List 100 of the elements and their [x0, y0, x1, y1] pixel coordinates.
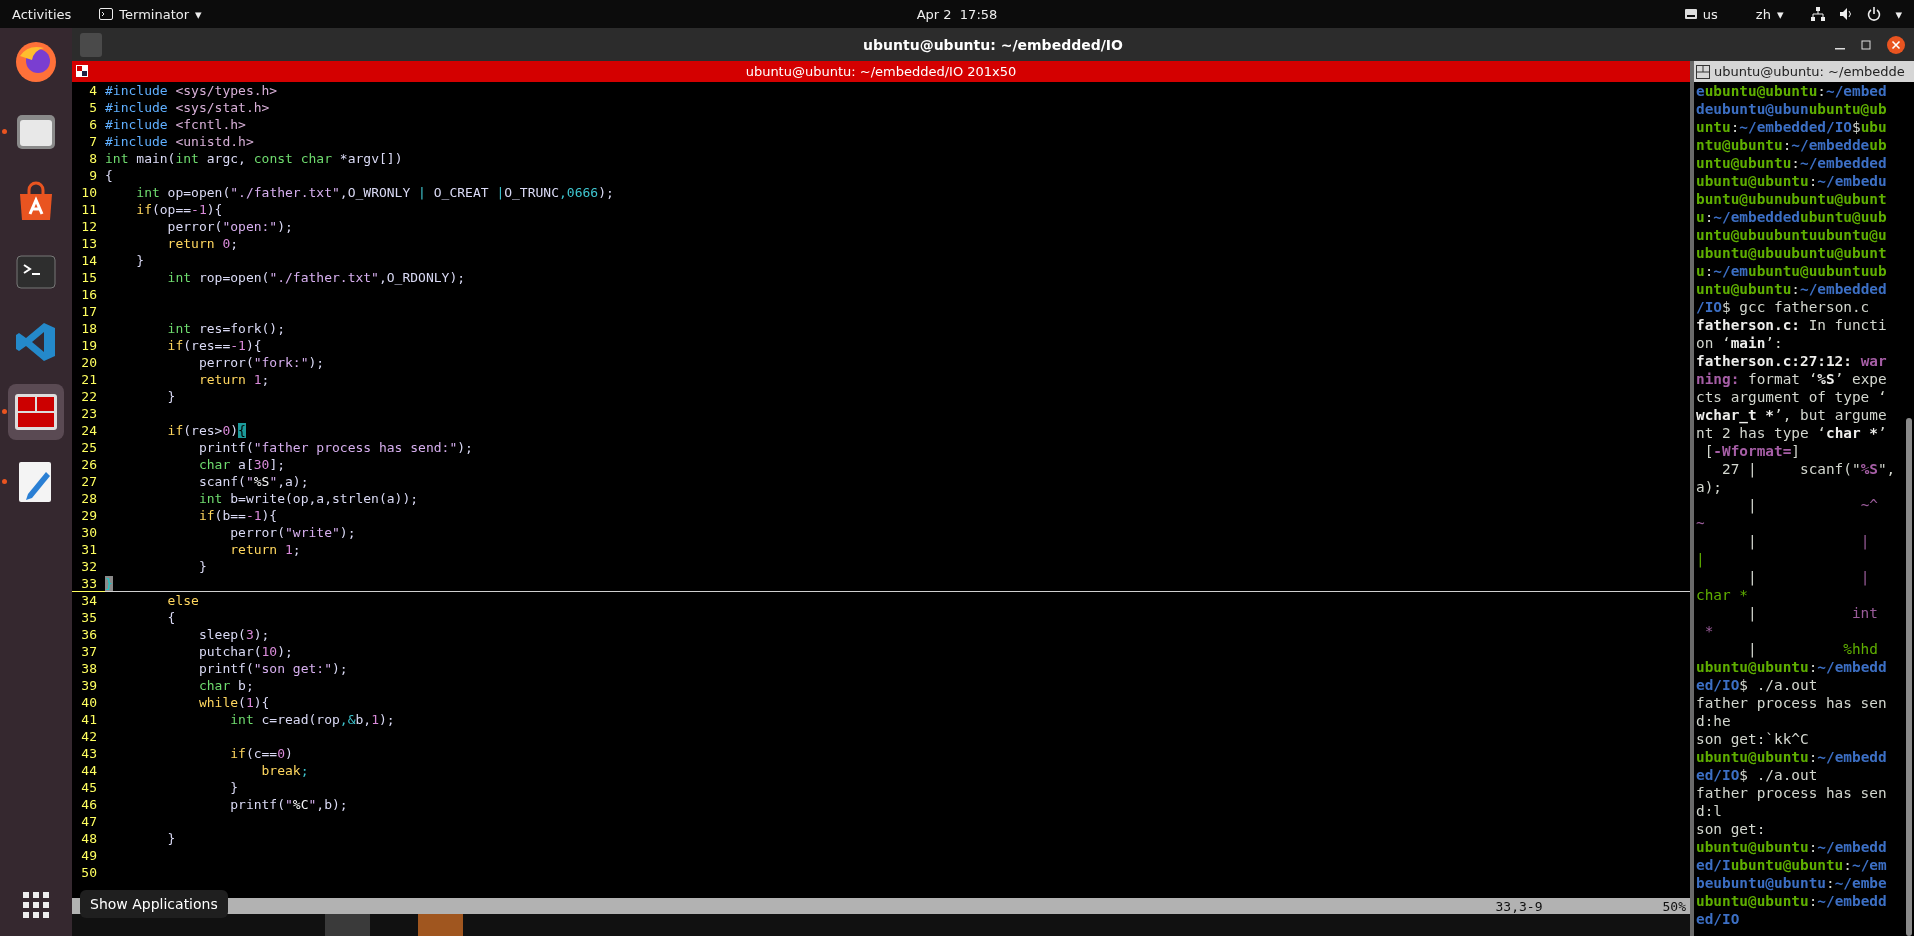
terminal-line: on ‘main’: — [1696, 334, 1784, 352]
code-line: } — [135, 251, 145, 268]
code-line: { — [105, 166, 113, 183]
code-line: int op=open("./father.txt",O_WRONLY | O_CREAT |O_TRUNC,0666); — [135, 183, 614, 200]
code-line: printf("%C",b); — [229, 795, 348, 812]
apps-grid-icon — [23, 892, 49, 918]
caret-icon[interactable]: ▾ — [1895, 6, 1902, 22]
line-number: 19 — [80, 336, 98, 354]
power-icon[interactable] — [1867, 7, 1882, 21]
terminal-line: nt 2 has type ‘char *’ — [1696, 424, 1888, 442]
pane-title: ubuntu@ubuntu: ~/embedde — [1714, 64, 1905, 79]
line-number: 23 — [80, 404, 98, 422]
terminal-line: 27 | scanf("%S", — [1721, 460, 1897, 478]
code-line: #include <unistd.h> — [105, 132, 254, 149]
terminal-line: | int — [1746, 604, 1879, 622]
terminal-line: untu@ubuubuntuubuntu@u — [1696, 226, 1888, 244]
terminal-grid-icon — [14, 392, 58, 432]
terminal-line: | — [1696, 550, 1706, 568]
input-method[interactable]: zh — [1755, 6, 1771, 22]
code-line: } — [197, 557, 207, 574]
maximize-icon[interactable] — [1860, 38, 1872, 51]
code-line: if(b==-1){ — [197, 506, 278, 523]
terminal-line: [-Wformat=] — [1703, 442, 1801, 460]
line-number: 46 — [80, 795, 98, 813]
close-icon[interactable] — [1886, 34, 1906, 55]
code-line: #include <sys/stat.h> — [105, 98, 270, 115]
line-number: 47 — [80, 812, 98, 830]
line-number: 21 — [80, 370, 98, 388]
line-number: 6 — [88, 115, 98, 133]
line-number: 42 — [80, 727, 98, 745]
line-number: 27 — [80, 472, 98, 490]
activities-button[interactable]: Activities — [12, 6, 72, 22]
terminal-line: ubuntu@ubuntu:~/embedd — [1696, 748, 1888, 766]
terminal-line: fatherson.c:27:12: war — [1696, 352, 1888, 370]
terminal-line: ubuntu@ubuntu:~/embedu — [1696, 172, 1888, 190]
scrollbar[interactable] — [1906, 418, 1912, 936]
line-number: 22 — [80, 387, 98, 405]
code-line: while(1){ — [197, 693, 270, 710]
code-line: printf("father process has send:"); — [197, 438, 473, 455]
line-number: 26 — [80, 455, 98, 473]
keyboard-layout[interactable]: us — [1702, 6, 1718, 22]
clock[interactable]: Apr 2 17:58 — [916, 6, 998, 22]
code-line: else — [166, 591, 199, 608]
terminal-line: fatherson.c: In functi — [1696, 316, 1888, 334]
terminal-line: deubuntu@ubunubuntu@ub — [1696, 100, 1888, 118]
app-menu[interactable]: Terminator ▾ — [99, 6, 202, 22]
terminal-line: buntu@ubunubuntu@ubunt — [1696, 190, 1888, 208]
line-number: 44 — [80, 761, 98, 779]
terminal-line: beubuntu@ubuntu:~/embe — [1696, 874, 1888, 892]
code-line: char b; — [197, 676, 254, 693]
code-line: return 1; — [229, 540, 301, 557]
code-editor-icon — [14, 320, 58, 364]
terminal-line: char * — [1696, 586, 1749, 604]
line-number: 12 — [80, 217, 98, 235]
terminal-line: d:l — [1696, 802, 1723, 820]
volume-icon[interactable] — [1839, 7, 1854, 21]
code-line: } — [166, 829, 176, 846]
line-number: 43 — [80, 744, 98, 762]
line-number: 24 — [80, 421, 98, 439]
code-line: if(res>0){ — [166, 421, 246, 438]
terminal-line: u:~/embeddedubuntu@uub — [1696, 208, 1888, 226]
terminal-grid-icon[interactable] — [76, 65, 88, 78]
line-number: 10 — [80, 183, 98, 201]
code-line: scanf("%S",a); — [197, 472, 309, 489]
terminal-line: ed/Iubuntu@ubuntu:~/em — [1696, 856, 1888, 874]
keyboard-icon[interactable] — [1684, 9, 1697, 19]
code-line: perror("fork:"); — [197, 353, 325, 370]
code-line: int res=fork(); — [166, 319, 285, 336]
terminal-line: | | — [1746, 532, 1871, 550]
terminal-line: ed/IO — [1696, 910, 1741, 928]
line-number: 16 — [80, 285, 98, 303]
network-icon[interactable] — [1811, 7, 1826, 21]
terminal-line: ubuntu@ubuntu:~/embedd — [1696, 658, 1888, 676]
terminal-line: a); — [1696, 478, 1723, 496]
line-number: 8 — [88, 149, 98, 167]
code-line: perror("write"); — [229, 523, 356, 540]
code-line: return 1; — [197, 370, 270, 387]
code-line: int c=read(rop,&b,1); — [229, 710, 395, 727]
terminal-line: * — [1703, 622, 1715, 640]
code-line: { — [166, 608, 176, 625]
terminal-line: ubuntu@ubuubuntu@ubunt — [1696, 244, 1888, 262]
code-line: int main(int argc, const char *argv[]) — [105, 149, 403, 166]
code-line: printf("son get:"); — [197, 659, 348, 676]
cursor-position: 33,3-9 — [1495, 898, 1543, 914]
terminal-grid-icon[interactable] — [1696, 64, 1710, 79]
terminal-line: u:~/emubuntu@uubuntuub — [1696, 262, 1888, 280]
terminal-line: eubuntu@ubuntu:~/embed — [1696, 82, 1888, 100]
terminal-line: ntu@ubuntu:~/embeddeub — [1696, 136, 1888, 154]
line-number: 34 — [80, 591, 98, 609]
line-number: 25 — [80, 438, 98, 456]
line-number: 20 — [80, 353, 98, 371]
code-line: } — [166, 387, 176, 404]
terminal-line: ubuntu@ubuntu:~/embedd — [1696, 838, 1888, 856]
terminal-line: father process has sen — [1696, 694, 1888, 712]
line-number: 15 — [80, 268, 98, 286]
terminal-line: untu@ubuntu:~/embedded — [1696, 280, 1888, 298]
terminal-line: | %hhd — [1746, 640, 1879, 658]
line-number: 4 — [88, 81, 98, 99]
line-number: 11 — [80, 200, 98, 218]
scroll-percent: 50% — [1662, 898, 1686, 914]
